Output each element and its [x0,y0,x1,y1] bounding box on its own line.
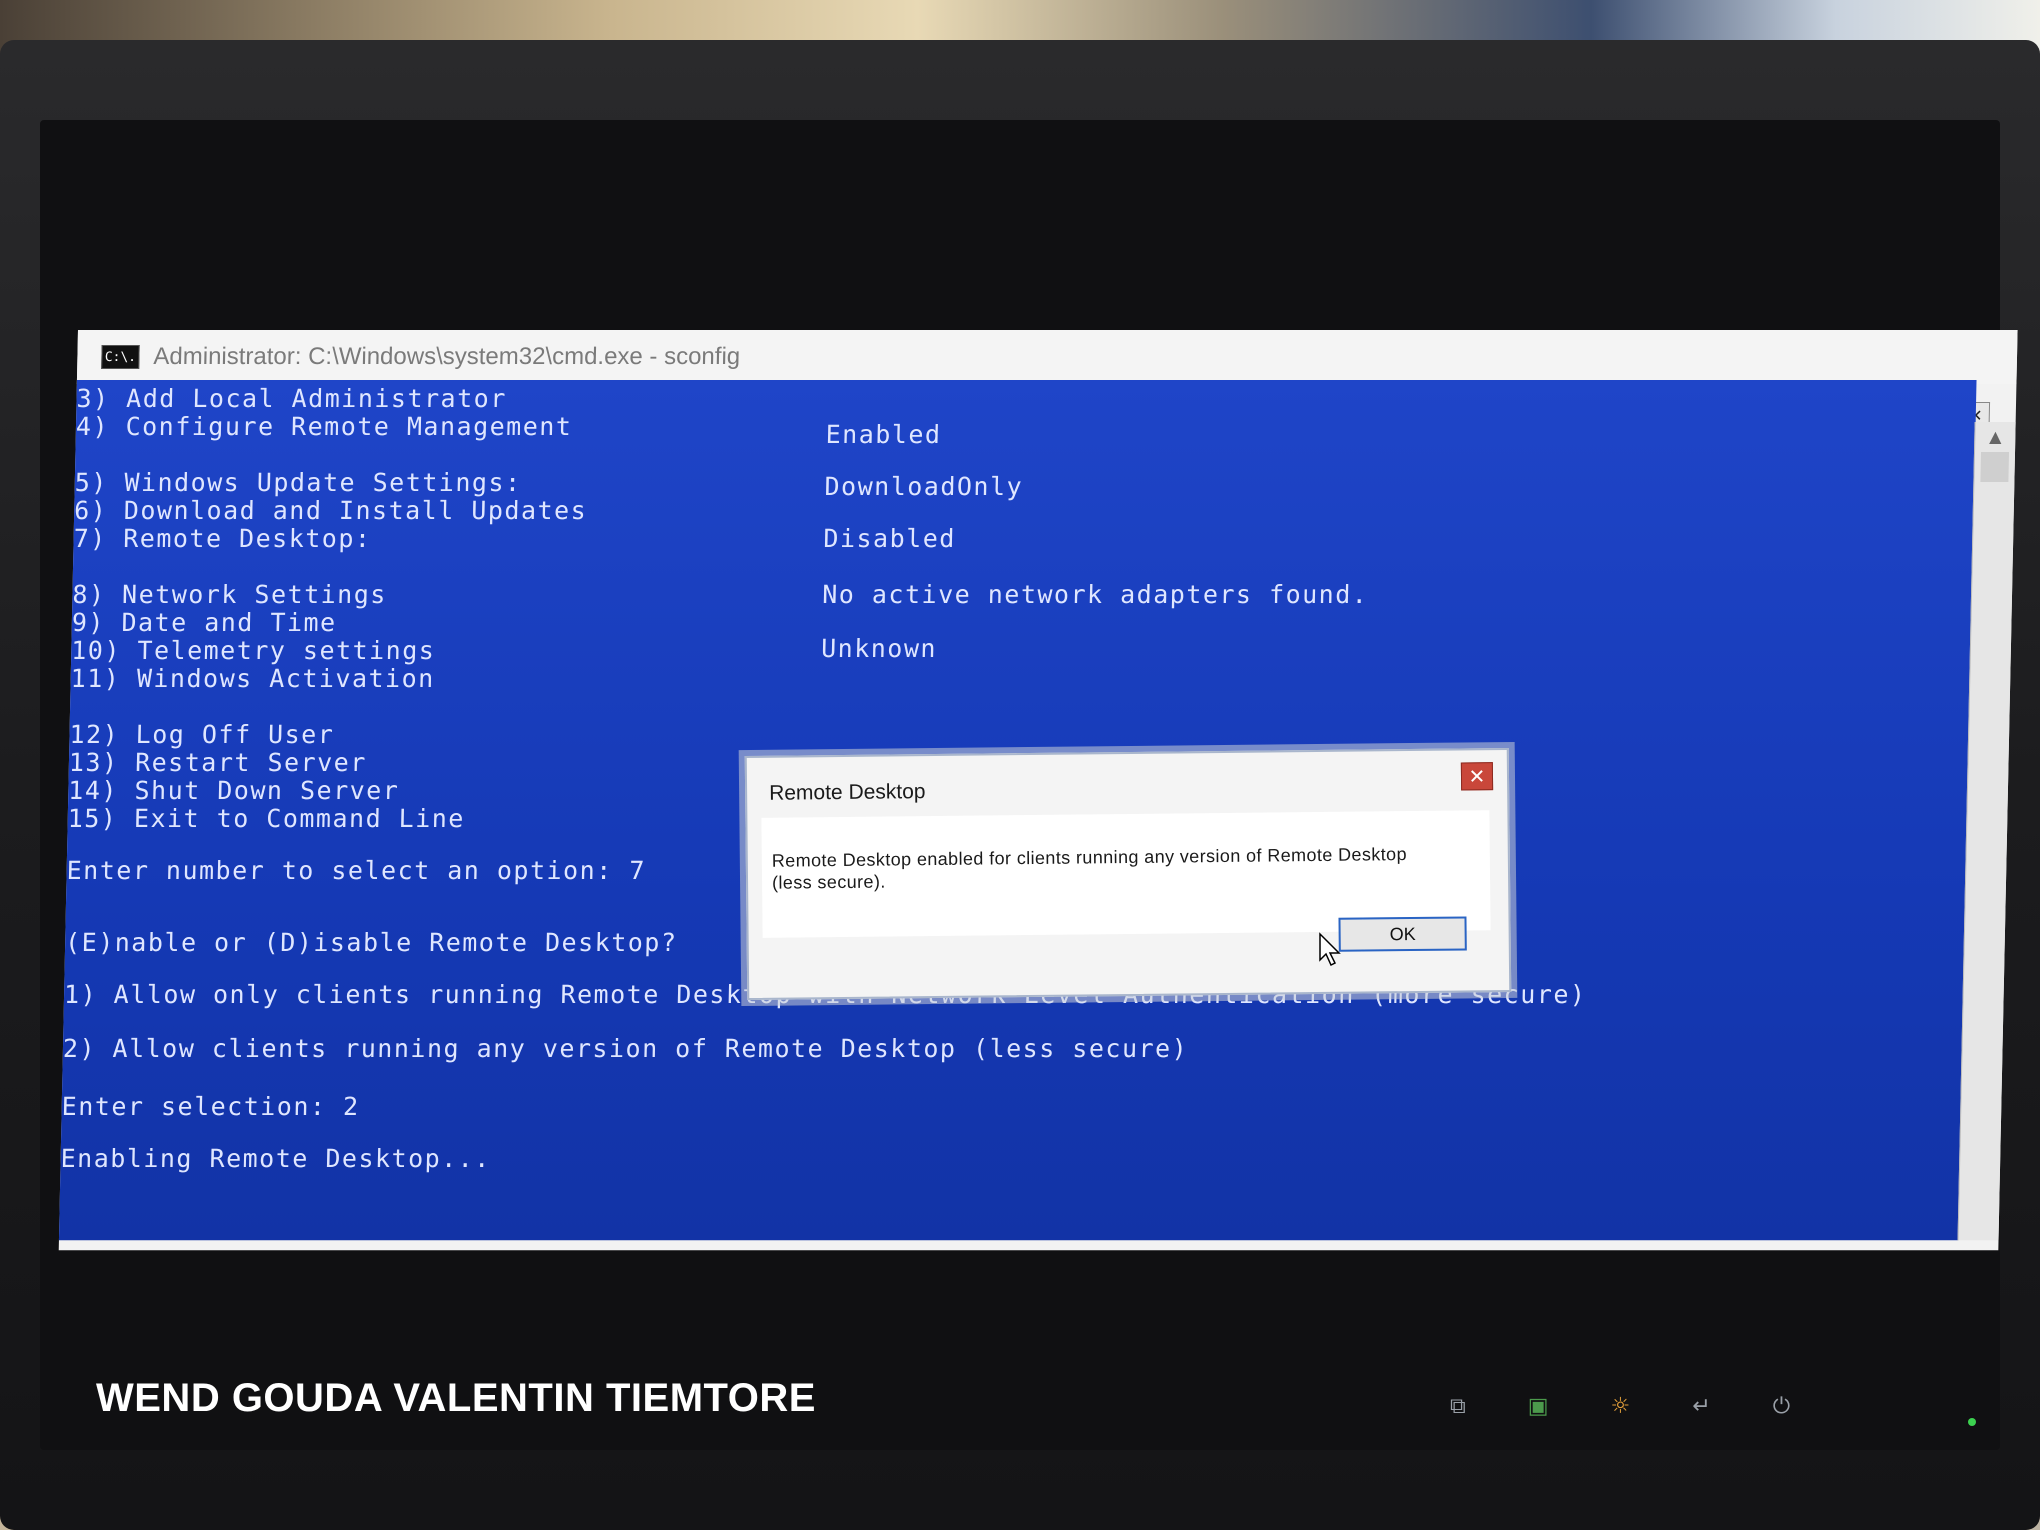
photographer-watermark: WEND GOUDA VALENTIN TIEMTORE [96,1376,816,1420]
window-title: Administrator: C:\Windows\system32\cmd.e… [153,343,741,371]
menu-item-14: 14) Shut Down Server [68,776,400,806]
menu-item-10: 10) Telemetry settings [70,636,436,666]
menu-item-12: 12) Log Off User [69,720,335,750]
menu-item-3: 3) Add Local Administrator [76,384,508,414]
screen-icon[interactable]: ▣ [1528,1394,1549,1419]
dialog-message: Remote Desktop enabled for clients runni… [771,844,1408,893]
scroll-up-icon[interactable]: ▲ [1975,422,2016,452]
menu-item-4: 4) Configure Remote Management [75,412,573,442]
remote-management-status: Enabled [825,420,942,450]
enabling-message: Enabling Remote Desktop... [60,1144,492,1174]
window-titlebar[interactable]: C:\. Administrator: C:\Windows\system32\… [76,330,2018,385]
option-prompt: Enter number to select an option: 7 [66,856,647,886]
enable-disable-prompt: (E)nable or (D)isable Remote Desktop? [64,928,678,958]
monitor-control-panel: ⧉ ▣ ☼ ↵ ⏻ [1450,1394,1970,1494]
menu-item-13: 13) Restart Server [68,748,368,778]
network-status: No active network adapters found. [821,580,1369,610]
menu-item-7: 7) Remote Desktop: [73,524,372,554]
cmd-icon: C:\. [101,345,140,370]
rdp-option-2: 2) Allow clients running any version of … [62,1034,1189,1064]
menu-item-8: 8) Network Settings [72,580,388,610]
menu-item-6: 6) Download and Install Updates [73,496,588,526]
remote-desktop-status: Disabled [823,524,957,554]
selection-prompt: Enter selection: 2 [61,1092,360,1122]
scroll-thumb[interactable] [1980,452,2010,483]
menu-item-11: 11) Windows Activation [70,664,436,694]
menu-item-9: 9) Date and Time [71,608,337,638]
power-icon[interactable]: ⏻ [1773,1394,1790,1419]
remote-desktop-dialog: Remote Desktop ✕ Remote Desktop enabled … [744,748,1512,1000]
power-led [1968,1418,1976,1426]
input-icon[interactable]: ⧉ [1450,1394,1466,1419]
mouse-cursor-icon [1319,932,1341,967]
menu-item-15: 15) Exit to Command Line [67,804,466,834]
menu-item-5: 5) Windows Update Settings: [74,468,522,498]
telemetry-status: Unknown [820,634,938,664]
ok-button[interactable]: OK [1338,916,1467,952]
dialog-title: Remote Desktop [769,780,926,805]
enter-icon[interactable]: ↵ [1692,1394,1710,1419]
dialog-close-button[interactable]: ✕ [1460,762,1494,791]
windows-update-status: DownloadOnly [824,472,1024,502]
brightness-icon[interactable]: ☼ [1611,1394,1631,1419]
